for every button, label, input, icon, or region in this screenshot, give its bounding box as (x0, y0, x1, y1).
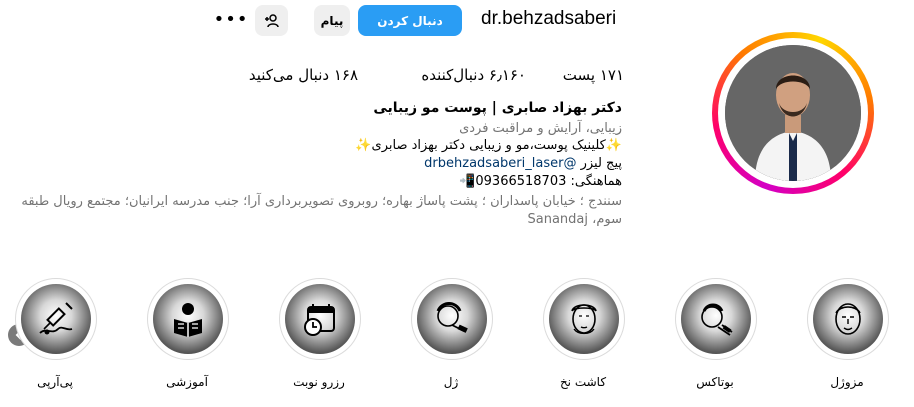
highlight-label: ژل (443, 375, 459, 389)
highlight-label: کاشت نخ (559, 375, 607, 389)
highlight-thread-lift[interactable] (543, 278, 625, 360)
bio-laser-prefix: پیج لیزر (576, 156, 622, 171)
syringe-face-icon (701, 303, 733, 336)
bio-line-clinic: ✨کلینیک پوست،مو و زیبایی دکتر بهزاد صابر… (355, 138, 622, 153)
profile-username: dr.behzadsaberi (481, 8, 617, 29)
highlight-cover (285, 284, 355, 354)
bio-address: سنندج ؛ خیابان پاسداران ؛ پشت پاساژ بهار… (21, 194, 622, 227)
profile-avatar[interactable] (725, 45, 861, 181)
bio-line-laser-page: پیج لیزر @drbehzadsaberi_laser (424, 156, 622, 171)
highlight-label: مزوژل (830, 375, 864, 389)
more-options-button[interactable]: ••• (214, 8, 248, 30)
face-thread-icon (571, 304, 597, 335)
highlight-mesogel[interactable] (807, 278, 889, 360)
highlight-cover (681, 284, 751, 354)
gel-injection-icon (436, 302, 468, 333)
highlight-label: بوتاکس (696, 375, 734, 389)
highlight-botox[interactable] (675, 278, 757, 360)
profile-full-name: دکتر بهزاد صابری | پوست مو زیبایی (373, 100, 622, 116)
follow-button[interactable]: دنبال کردن (358, 5, 462, 36)
face-icon (835, 303, 861, 335)
highlight-prp[interactable] (15, 278, 97, 360)
reader-book-icon (174, 303, 202, 337)
highlight-label: آموزشی (166, 375, 208, 389)
highlight-gel[interactable] (411, 278, 493, 360)
following-count[interactable]: ۱۶۸ دنبال می‌کنید (249, 66, 358, 84)
laser-page-link[interactable]: @drbehzadsaberi_laser (424, 156, 576, 171)
highlight-label: رزرو نوبت (293, 375, 345, 389)
hair-syringe-icon (39, 302, 73, 335)
suggested-accounts-button[interactable] (255, 5, 288, 36)
followers-count[interactable]: ۶٫۱۶۰ دنبال‌کننده (421, 66, 526, 84)
add-person-icon (264, 13, 279, 27)
highlight-label: پی‌آر‌پی (37, 375, 73, 389)
profile-category: زیبایی، آرایش و مراقبت فردی (459, 121, 622, 136)
highlight-cover (813, 284, 883, 354)
bio-line-contact: هماهنگی: 09366518703📲 (459, 174, 622, 189)
message-button[interactable]: پیام (314, 5, 350, 36)
highlight-cover (21, 284, 91, 354)
calendar-clock-icon (304, 304, 335, 336)
highlight-cover (417, 284, 487, 354)
posts-count: ۱۷۱ پست (562, 66, 624, 84)
highlight-cover (153, 284, 223, 354)
highlight-appointment[interactable] (279, 278, 361, 360)
highlight-cover (549, 284, 619, 354)
profile-photo (725, 45, 861, 181)
highlight-educational[interactable] (147, 278, 229, 360)
